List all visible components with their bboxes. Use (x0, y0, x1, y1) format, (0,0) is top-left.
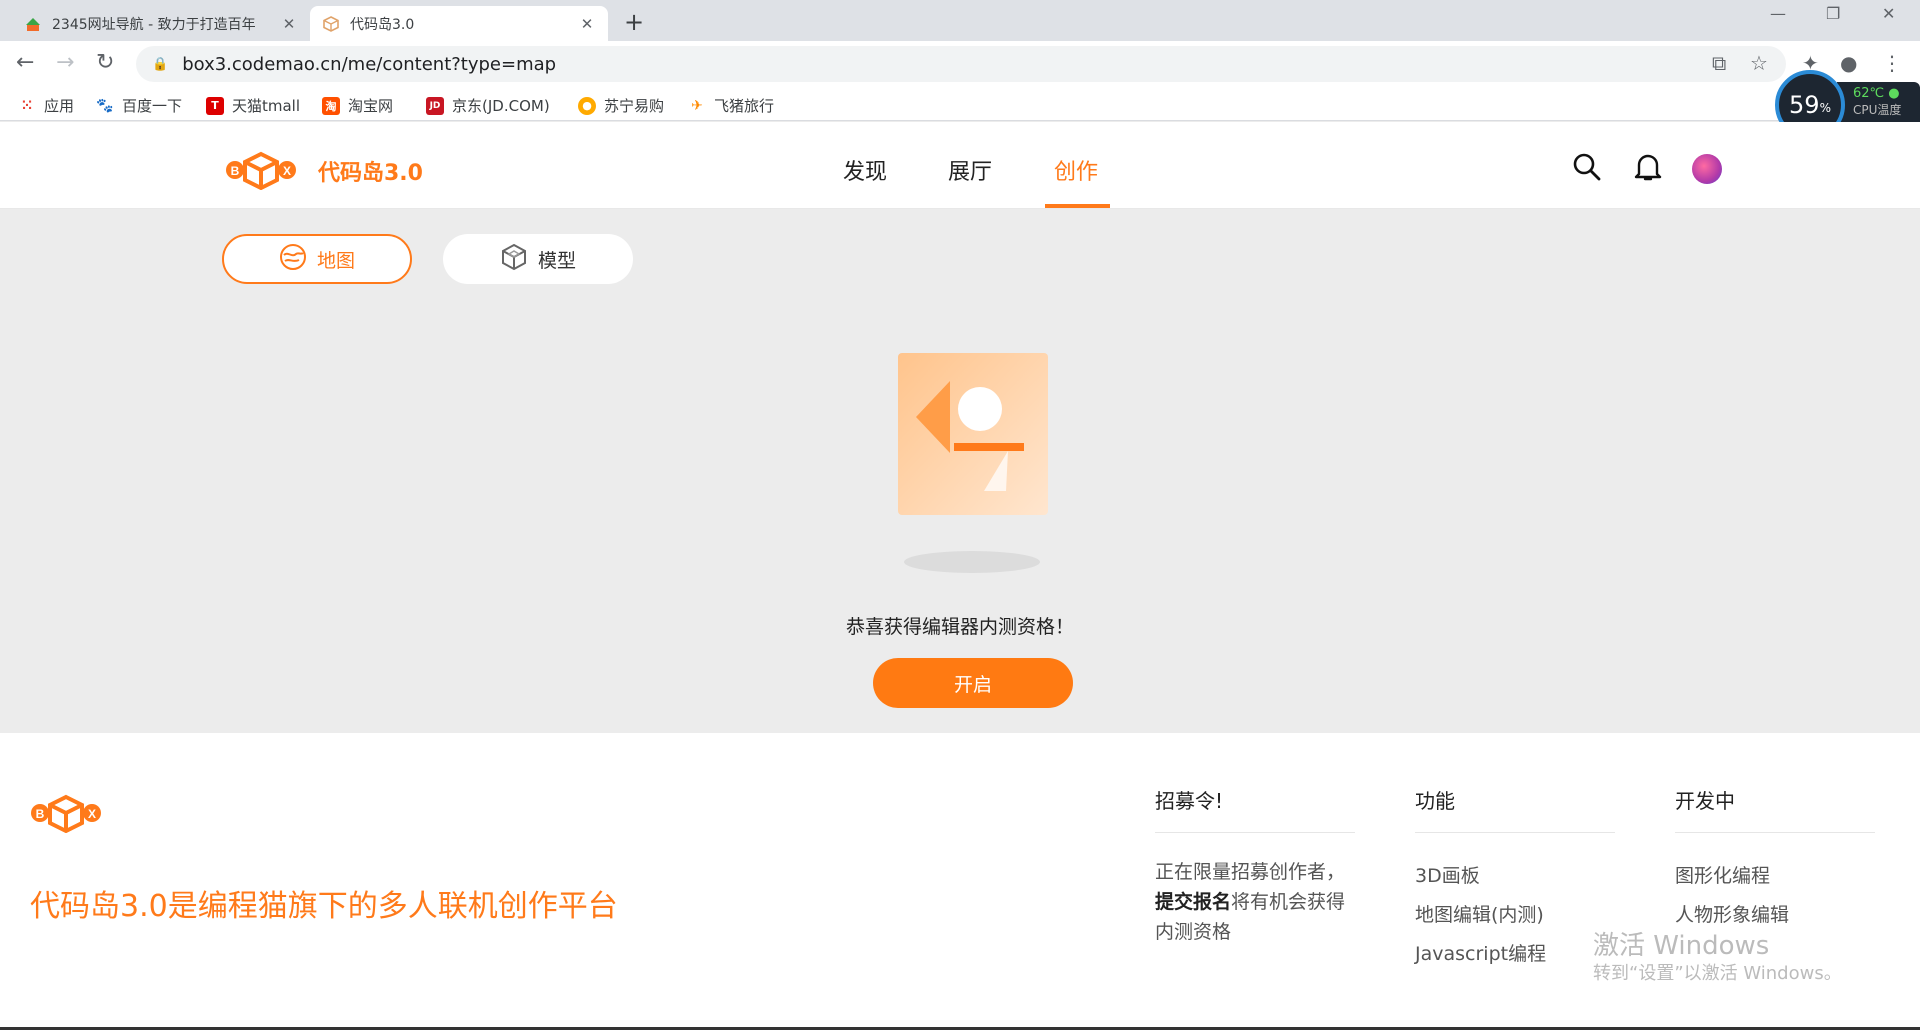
cube-icon (500, 243, 528, 276)
nav-gallery[interactable]: 展厅 (948, 154, 992, 186)
apply-link[interactable]: 提交报名 (1155, 891, 1231, 913)
map-icon (279, 243, 307, 276)
footer-col-heading: 开发中 (1675, 785, 1875, 833)
search-icon[interactable] (1572, 152, 1602, 186)
footer-link[interactable]: 3D画板 (1415, 857, 1615, 896)
windows-activation-title: 激活 Windows (1593, 931, 1770, 961)
bookmark-taobao[interactable]: 淘 淘宝网 (322, 95, 393, 116)
tab-model[interactable]: 模型 (443, 234, 633, 284)
back-icon[interactable]: ← (16, 50, 34, 75)
browser-tab-bar: 2345网址导航 - 致力于打造百年 ✕ 代码岛3.0 ✕ + — ❐ ✕ (0, 0, 1920, 41)
lock-icon: 🔒 (152, 56, 169, 72)
nav-create[interactable]: 创作 (1054, 154, 1098, 186)
footer-link[interactable]: 图形化编程 (1675, 857, 1875, 896)
nav-active-indicator (1045, 204, 1110, 208)
browser-toolbar: ← → ↻ 🔒 box3.codemao.cn/me/content?type=… (0, 41, 1920, 87)
footer-link[interactable]: Javascript编程 (1415, 935, 1615, 974)
address-bar[interactable]: 🔒 box3.codemao.cn/me/content?type=map (136, 46, 1786, 82)
box-logo-icon[interactable]: B X (225, 150, 297, 190)
bookmarks-bar: ⁙ 应用 🐾 百度一下 T 天猫tmall 淘 淘宝网 JD 京东(JD.COM… (0, 87, 1920, 121)
main-content: 地图 模型 恭喜获得编辑器内测资格！ 开启 (0, 210, 1920, 733)
bookmark-label: 苏宁易购 (604, 97, 665, 115)
bookmark-label: 百度一下 (122, 97, 183, 115)
beta-message: 恭喜获得编辑器内测资格！ (845, 616, 1074, 638)
cpu-percent-unit: % (1819, 101, 1831, 115)
bookmark-label: 京东(JD.COM) (452, 97, 550, 115)
2345-favicon-icon (24, 15, 42, 33)
apps-icon: ⁙ (21, 97, 33, 114)
open-external-icon[interactable]: ⧉ (1712, 51, 1726, 75)
cpu-temp: 62℃ (1853, 86, 1885, 101)
start-button[interactable]: 开启 (873, 658, 1073, 708)
footer-col-heading: 功能 (1415, 785, 1615, 833)
restore-icon[interactable]: ❐ (1826, 4, 1840, 23)
site-header: B X 代码岛3.0 发现 展厅 创作 (0, 122, 1920, 209)
bookmark-label: 飞猪旅行 (714, 97, 775, 115)
editor-illustration (898, 353, 1048, 515)
window-close-icon[interactable]: ✕ (1882, 4, 1895, 23)
browser-tab-2345[interactable]: 2345网址导航 - 致力于打造百年 ✕ (12, 6, 310, 41)
footer-col-recruit: 招募令! 正在限量招募创作者，提交报名将有机会获得内测资格 (1155, 785, 1355, 947)
bookmark-jd[interactable]: JD 京东(JD.COM) (426, 95, 550, 116)
jd-icon: JD (426, 96, 444, 115)
baidu-icon: 🐾 (96, 97, 114, 114)
user-avatar[interactable] (1692, 154, 1722, 184)
bookmark-label: 天猫tmall (232, 97, 301, 115)
minimize-icon[interactable]: — (1770, 4, 1786, 23)
tab-map[interactable]: 地图 (222, 234, 412, 284)
bell-icon[interactable] (1634, 152, 1662, 186)
browser-tab-codemao[interactable]: 代码岛3.0 ✕ (310, 6, 608, 41)
suning-icon: ● (578, 96, 596, 115)
tab-model-label: 模型 (537, 249, 576, 272)
footer-col-features: 功能 3D画板 地图编辑(内测) Javascript编程 (1415, 785, 1615, 974)
tab-close-icon[interactable]: ✕ (578, 15, 596, 33)
recruit-text-pre: 正在限量招募创作者， (1155, 861, 1346, 883)
fliggy-icon: ✈ (691, 97, 703, 114)
tab-title: 2345网址导航 - 致力于打造百年 (52, 16, 256, 33)
brand-name[interactable]: 代码岛3.0 (318, 155, 423, 187)
bookmark-label: 淘宝网 (348, 97, 394, 115)
svg-text:X: X (88, 807, 96, 821)
bookmark-suning[interactable]: ● 苏宁易购 (578, 95, 664, 116)
footer-tagline: 代码岛3.0是编程猫旗下的多人联机创作平台 (30, 889, 618, 924)
bookmark-label: 应用 (44, 97, 75, 115)
leaf-icon: ● (1888, 86, 1900, 101)
tab-title: 代码岛3.0 (350, 16, 415, 33)
footer-link[interactable]: 地图编辑(内测) (1415, 896, 1615, 935)
forward-icon[interactable]: → (56, 50, 74, 75)
tmall-icon: T (206, 96, 224, 115)
footer-logo-icon: B X (30, 793, 102, 837)
nav-discover[interactable]: 发现 (843, 154, 887, 186)
taobao-icon: 淘 (322, 96, 340, 115)
svg-text:B: B (231, 164, 240, 178)
star-icon[interactable]: ☆ (1750, 51, 1768, 75)
tab-close-icon[interactable]: ✕ (280, 15, 298, 33)
footer-col-developing: 开发中 图形化编程 人物形象编辑 (1675, 785, 1875, 935)
reload-icon[interactable]: ↻ (96, 50, 114, 75)
footer-col-heading: 招募令! (1155, 785, 1355, 833)
cpu-percent: 59 (1789, 91, 1820, 119)
site-footer: B X 代码岛3.0是编程猫旗下的多人联机创作平台 招募令! 正在限量招募创作者… (0, 733, 1920, 1030)
bookmark-apps[interactable]: ⁙ 应用 (18, 95, 74, 116)
box-favicon-icon (322, 15, 340, 33)
url-text: box3.codemao.cn/me/content?type=map (182, 53, 557, 75)
svg-text:B: B (36, 807, 45, 821)
bookmark-tmall[interactable]: T 天猫tmall (206, 95, 300, 116)
new-tab-button[interactable]: + (624, 8, 644, 36)
bookmark-baidu[interactable]: 🐾 百度一下 (96, 95, 182, 116)
svg-text:X: X (283, 164, 291, 178)
cpu-temp-label: CPU温度 (1853, 103, 1902, 117)
tab-map-label: 地图 (316, 249, 355, 272)
illustration-shadow (904, 551, 1040, 573)
windows-activation-subtitle: 转到“设置”以激活 Windows。 (1593, 963, 1842, 984)
bookmark-fliggy[interactable]: ✈ 飞猪旅行 (688, 95, 774, 116)
recruit-text: 正在限量招募创作者，提交报名将有机会获得内测资格 (1155, 857, 1355, 947)
